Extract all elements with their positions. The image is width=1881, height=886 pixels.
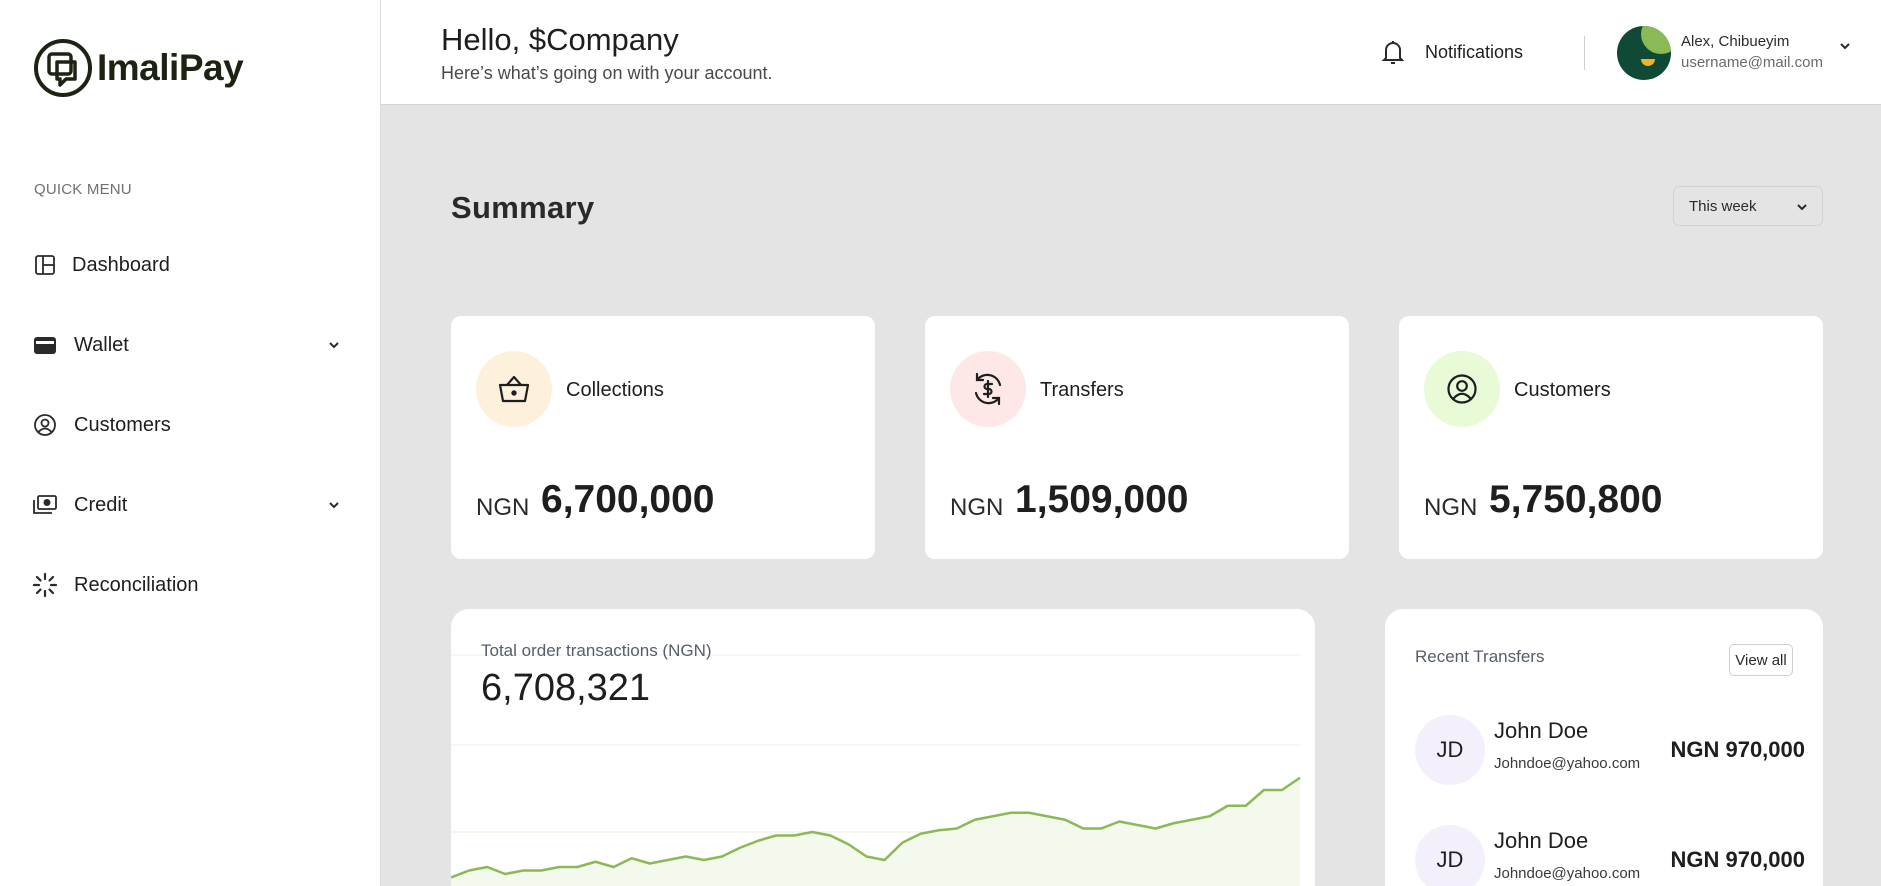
transactions-chart-panel: Total order transactions (NGN) 6,708,321	[451, 609, 1315, 886]
chart-title: Total order transactions (NGN)	[481, 641, 712, 660]
top-header: Hello, $Company Here’s what’s going on w…	[381, 0, 1881, 105]
card-label: Customers	[1514, 379, 1611, 401]
greeting-title: Hello, $Company	[441, 22, 679, 57]
card-label: Collections	[566, 379, 664, 401]
transfer-amount: NGN 970,000	[1670, 847, 1805, 872]
dollar-refresh-icon	[950, 351, 1026, 427]
transfer-name: John Doe	[1494, 718, 1589, 743]
summary-card-collections[interactable]: Collections NGN 6,700,000	[451, 316, 875, 559]
user-circle-icon	[32, 412, 58, 438]
avatar: JD	[1415, 825, 1485, 886]
loader-icon	[32, 572, 58, 598]
cash-icon	[32, 492, 58, 518]
sidebar-item-label: Wallet	[74, 333, 129, 356]
wallet-icon	[32, 332, 58, 358]
chart-total: 6,708,321	[481, 667, 651, 709]
sidebar-item-reconciliation[interactable]: Reconciliation	[32, 565, 342, 605]
avatar[interactable]	[1617, 26, 1671, 80]
card-amount: 6,700,000	[541, 478, 715, 521]
transfer-amount: NGN 970,000	[1670, 737, 1805, 762]
card-amount: 5,750,800	[1489, 478, 1663, 521]
transfer-email: Johndoe@yahoo.com	[1494, 755, 1641, 772]
chevron-down-icon	[329, 342, 339, 349]
sidebar-item-customers[interactable]: Customers	[32, 405, 342, 445]
sidebar-item-credit[interactable]: Credit	[32, 485, 342, 525]
sidebar-item-label: Customers	[74, 413, 171, 436]
sidebar-item-label: Dashboard	[72, 253, 170, 276]
avatar: JD	[1415, 715, 1485, 785]
sidebar-item-label: Credit	[74, 493, 128, 516]
recent-transfers-panel: Recent Transfers View all JD John Doe Jo…	[1385, 609, 1823, 886]
card-currency: NGN	[476, 494, 530, 521]
bell-icon	[1381, 41, 1405, 64]
chevron-down-icon	[1797, 204, 1807, 211]
transfer-email: Johndoe@yahoo.com	[1494, 865, 1641, 882]
transfer-name: John Doe	[1494, 828, 1589, 853]
sidebar: ImaliPay QUICK MENU Dashboard Wallet Cus…	[0, 0, 381, 886]
dashboard-icon	[32, 252, 58, 278]
recent-transfers-title: Recent Transfers	[1415, 647, 1545, 666]
sidebar-item-wallet[interactable]: Wallet	[32, 325, 342, 365]
user-name: Alex, Chibueyim	[1681, 33, 1790, 50]
view-all-button[interactable]: View all	[1729, 644, 1793, 676]
chevron-down-icon	[329, 502, 339, 509]
summary-title: Summary	[451, 190, 595, 225]
period-select-value: This week	[1689, 197, 1757, 215]
greeting-subtitle: Here’s what’s going on with your account…	[441, 63, 773, 83]
card-label: Transfers	[1040, 379, 1124, 401]
period-select[interactable]: This week	[1673, 186, 1823, 226]
user-circle-icon	[1424, 351, 1500, 427]
list-item[interactable]: JD John Doe Johndoe@yahoo.com NGN 970,00…	[1415, 825, 1805, 886]
user-email: username@mail.com	[1681, 54, 1823, 71]
chevron-down-icon[interactable]	[1837, 38, 1853, 54]
header-divider	[1584, 36, 1585, 70]
brand-name: ImaliPay	[97, 47, 244, 88]
sidebar-item-label: Reconciliation	[74, 573, 199, 596]
notifications-label: Notifications	[1425, 41, 1524, 62]
summary-card-customers[interactable]: Customers NGN 5,750,800	[1399, 316, 1823, 559]
card-amount: 1,509,000	[1015, 478, 1189, 521]
card-currency: NGN	[950, 494, 1004, 521]
sidebar-item-dashboard[interactable]: Dashboard	[32, 245, 342, 285]
logo-mark-icon	[34, 39, 92, 97]
list-item[interactable]: JD John Doe Johndoe@yahoo.com NGN 970,00…	[1415, 715, 1805, 789]
basket-icon	[476, 351, 552, 427]
card-currency: NGN	[1424, 494, 1478, 521]
quick-menu-label: QUICK MENU	[34, 181, 132, 198]
brand-logo[interactable]: ImaliPay	[33, 38, 244, 98]
notifications-button[interactable]: Notifications	[1381, 38, 1523, 66]
summary-card-transfers[interactable]: Transfers NGN 1,509,000	[925, 316, 1349, 559]
